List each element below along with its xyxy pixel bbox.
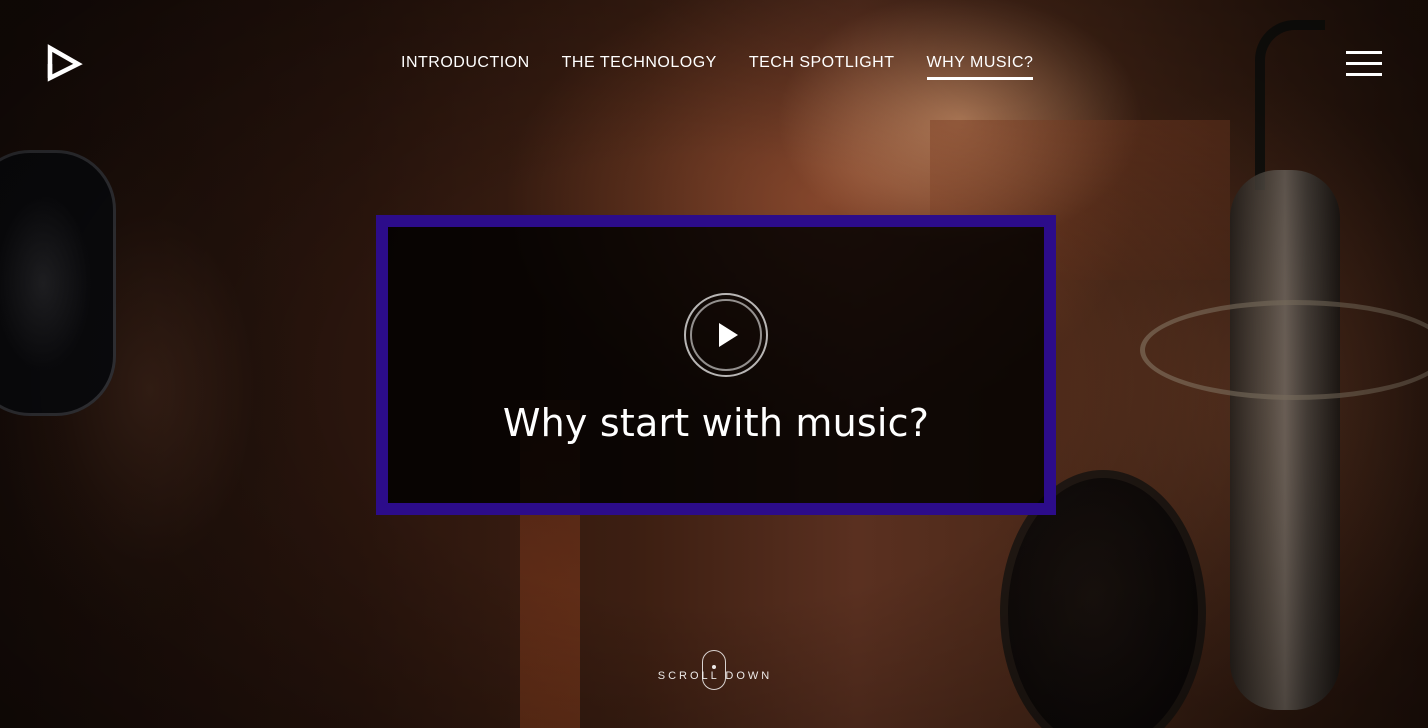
hero-section: INTRODUCTION THE TECHNOLOGY TECH SPOTLIG…	[0, 0, 1428, 728]
video-card[interactable]: Why start with music?	[376, 215, 1056, 515]
background-microphone	[1230, 170, 1340, 710]
menu-bar	[1346, 62, 1382, 65]
play-arrow-logo-icon	[47, 44, 83, 82]
home-logo[interactable]	[44, 44, 84, 84]
play-button[interactable]	[684, 293, 768, 377]
scroll-down-label: SCROLL DOWN	[657, 670, 773, 682]
nav-tech-spotlight[interactable]: TECH SPOTLIGHT	[749, 54, 895, 80]
play-button-ring	[690, 299, 762, 371]
main-nav: INTRODUCTION THE TECHNOLOGY TECH SPOTLIG…	[401, 54, 1034, 80]
background-headphones	[0, 150, 116, 416]
nav-the-technology[interactable]: THE TECHNOLOGY	[562, 54, 717, 80]
scroll-down-button[interactable]: SCROLL DOWN	[655, 648, 775, 698]
nav-why-music[interactable]: WHY MUSIC?	[926, 54, 1034, 80]
background-mic-mount	[1140, 300, 1428, 400]
background-mic-cable	[1255, 20, 1325, 190]
hamburger-menu-icon[interactable]	[1346, 51, 1382, 77]
play-icon	[719, 323, 738, 347]
video-title: Why start with music?	[502, 401, 930, 445]
background-singer	[0, 60, 380, 728]
nav-introduction[interactable]: INTRODUCTION	[401, 54, 530, 80]
menu-bar	[1346, 51, 1382, 54]
menu-bar	[1346, 73, 1382, 76]
